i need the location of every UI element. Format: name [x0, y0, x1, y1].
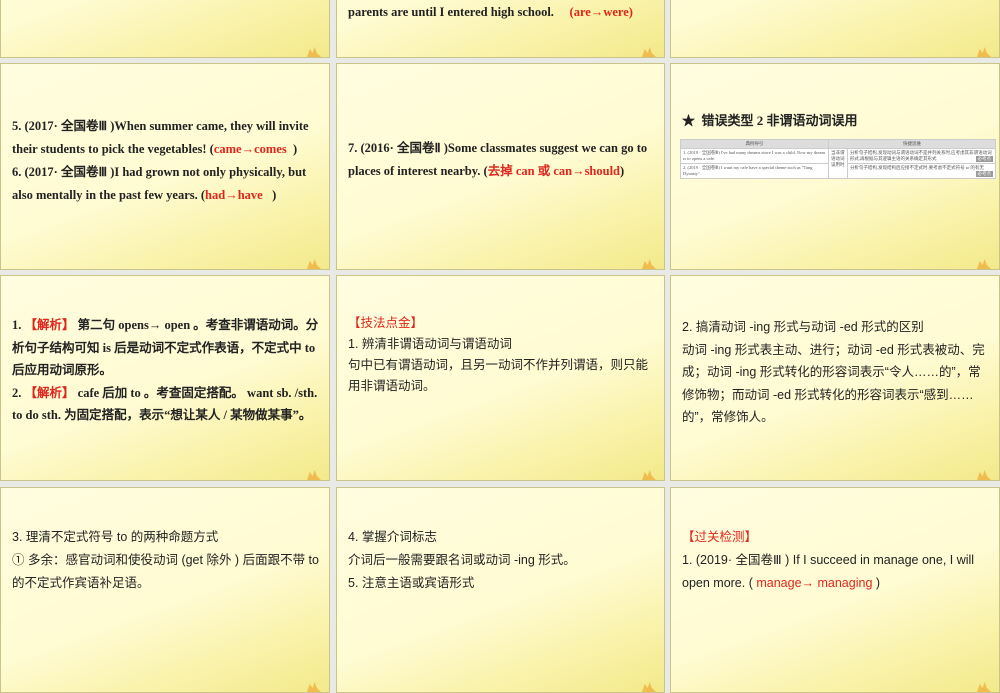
slide-text: 【技法点金】 1. 辨清非谓语动词与谓语动词 句中已有谓语动词，且另一动词不作并…	[348, 313, 656, 397]
table-header: 快捷思维	[828, 139, 996, 149]
paren: )	[872, 576, 881, 590]
num: 2.	[12, 385, 25, 400]
tip-3-body: ① 多余：感官动词和使役动词 (get 除外 ) 后面跟不带 to 的不定式作宾…	[12, 553, 319, 590]
check-heading: 【过关检测】	[682, 530, 758, 544]
analysis-tag: 【解析】	[24, 318, 75, 332]
table-header: 典例导引	[679, 139, 830, 149]
tag: 必考点	[975, 156, 993, 162]
tip-1: 1. 辨清非谓语动词与谓语动词	[348, 337, 512, 351]
paren: )	[272, 188, 277, 202]
analysis-tag: 【解析】	[24, 385, 75, 400]
sentence: parents are until I entered high school.	[348, 5, 554, 19]
slide-title: ★ 错误类型 2 非谓语动词误用	[682, 109, 991, 132]
slide-thumbnail-7[interactable]: 1. 【解析】 第二句 opens→ open 。考查非谓语动词。分析句子结构可…	[0, 275, 330, 481]
table-cell: 分析句子结构,发现结构后应接不定式时,要考虑不定式符号 to 的有无	[849, 165, 984, 170]
slide-thumbnail-6[interactable]: ★ 错误类型 2 非谓语动词误用 典例导引 快捷思维 1. (2019 · 全国卷…	[670, 63, 1000, 270]
slide-thumbnail-10[interactable]: 3. 理清不定式符号 to 的两种命题方式 ① 多余：感官动词和使役动词 (ge…	[0, 487, 330, 693]
num: 1.	[12, 318, 25, 332]
table-cell: 分析句子结构,发现动词与谓语动词不是并列关系时,应考虑其非谓语动词形式,再根据与…	[849, 150, 992, 161]
tip-4: 4. 掌握介词标志	[348, 530, 437, 544]
question-6: 6. (2017· 全国卷Ⅲ )I had grown not only phy…	[12, 165, 307, 202]
example-table: 典例导引 快捷思维 1. (2019 · 全国卷Ⅲ) I've had many …	[679, 139, 997, 179]
tip-4-body: 介词后一般需要跟名词或动词 -ing 形式。	[348, 553, 576, 567]
slide-text: 7. (2016· 全国卷Ⅱ )Some classmates suggest …	[348, 137, 656, 183]
table-cell: 当非谓语动词误用时	[828, 148, 848, 179]
table-cell: 2. (2019 · 全国卷Ⅲ) I want my cafe have a s…	[679, 163, 830, 179]
tag: 必考点	[975, 171, 993, 177]
answer-5: came→comes	[213, 142, 287, 156]
paren: )	[292, 142, 298, 156]
slide-thumbnail-2[interactable]: parents are until I entered high school.…	[336, 0, 665, 58]
slide-thumbnail-12[interactable]: 【过关检测】 1. (2019· 全国卷Ⅲ ) If I succeed in …	[670, 487, 1000, 693]
slide-text: 【过关检测】 1. (2019· 全国卷Ⅲ ) If I succeed in …	[682, 526, 991, 595]
slide-text: 4. 掌握介词标志 介词后一般需要跟名词或动词 -ing 形式。 5. 注意主语…	[348, 526, 656, 595]
answer-6: had→have	[205, 188, 263, 202]
slide-thumbnail-9[interactable]: 2. 搞清动词 -ing 形式与动词 -ed 形式的区别 动词 -ing 形式表…	[670, 275, 1000, 481]
tips-heading: 【技法点金】	[348, 316, 424, 330]
slide-thumbnail-3[interactable]	[670, 0, 1000, 58]
slide-thumbnail-5[interactable]: 7. (2016· 全国卷Ⅱ )Some classmates suggest …	[336, 63, 665, 270]
tip-5: 5. 注意主语或宾语形式	[348, 576, 475, 590]
answer-1: manage→ managing	[756, 576, 873, 590]
slide-thumbnail-1[interactable]	[0, 0, 330, 58]
slide-thumbnail-8[interactable]: 【技法点金】 1. 辨清非谓语动词与谓语动词 句中已有谓语动词，且另一动词不作并…	[336, 275, 665, 481]
tip-1-body: 句中已有谓语动词，且另一动词不作并列谓语，则只能用非谓语动词。	[348, 358, 649, 393]
star-icon: ★	[682, 113, 696, 128]
answer-7: 去掉 can 或 can→should	[487, 164, 621, 178]
table-cell: 1. (2019 · 全国卷Ⅲ) I've had many dreams si…	[679, 148, 830, 164]
slide-text: parents are until I entered high school.…	[348, 1, 656, 24]
tip-2: 2. 搞清动词 -ing 形式与动词 -ed 形式的区别	[682, 320, 924, 334]
paren: )	[620, 164, 625, 178]
answer: (are→were)	[569, 5, 633, 19]
tip-2-body: 动词 -ing 形式表主动、进行；动词 -ed 形式表被动、完成；动词 -ing…	[682, 342, 985, 425]
title-text: 错误类型 2 非谓语动词误用	[701, 113, 858, 128]
slide-text: 3. 理清不定式符号 to 的两种命题方式 ① 多余：感官动词和使役动词 (ge…	[12, 526, 321, 595]
slide-text: 1. 【解析】 第二句 opens→ open 。考查非谓语动词。分析句子结构可…	[12, 314, 321, 427]
slide-thumbnail-11[interactable]: 4. 掌握介词标志 介词后一般需要跟名词或动词 -ing 形式。 5. 注意主语…	[336, 487, 665, 693]
slide-text: 5. (2017· 全国卷Ⅲ )When summer came, they w…	[12, 115, 321, 207]
slide-thumbnail-4[interactable]: 5. (2017· 全国卷Ⅲ )When summer came, they w…	[0, 63, 330, 270]
tip-3: 3. 理清不定式符号 to 的两种命题方式	[12, 530, 219, 544]
slide-text: 2. 搞清动词 -ing 形式与动词 -ed 形式的区别 动词 -ing 形式表…	[682, 316, 991, 429]
